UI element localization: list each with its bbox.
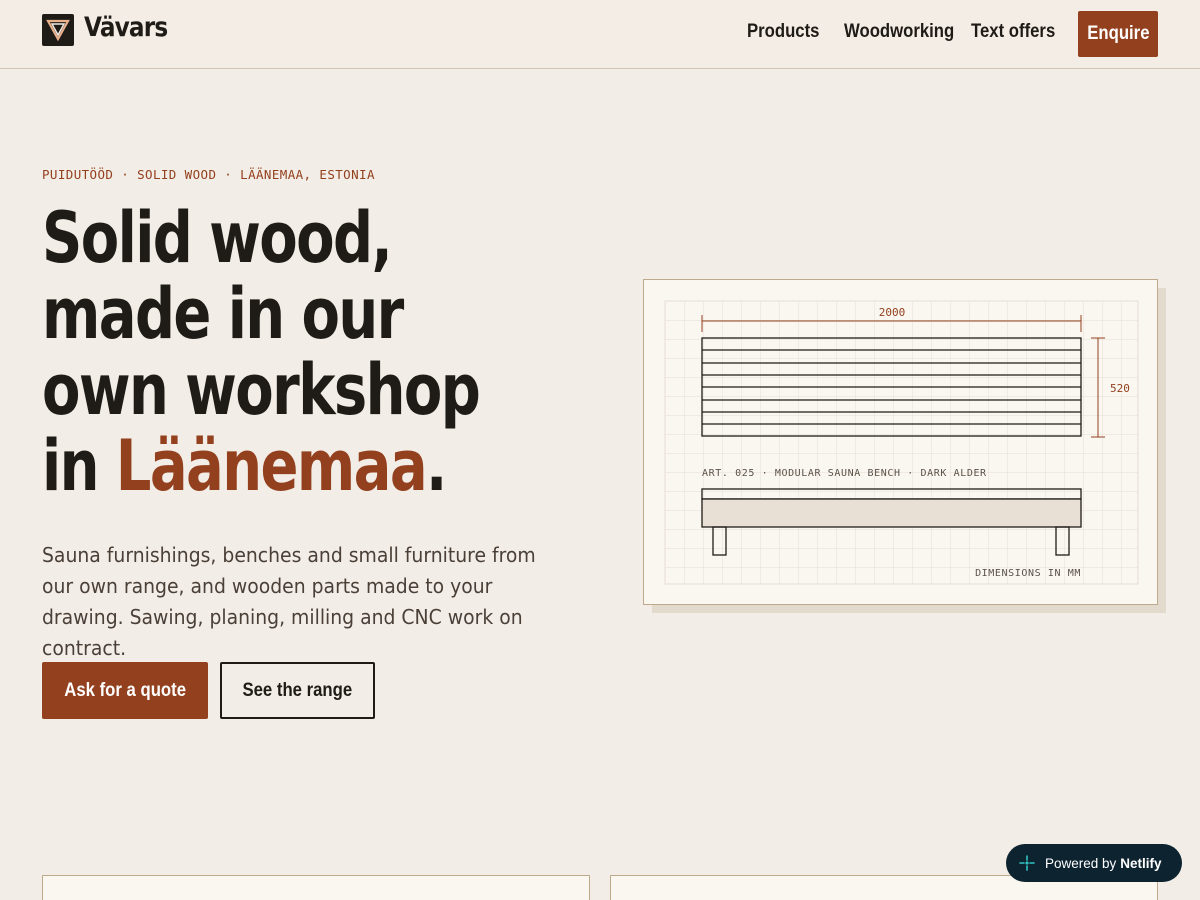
height-dimension-label: 520 [1110, 382, 1130, 395]
hero-lede: Sauna furnishings, benches and small fur… [42, 543, 536, 660]
drawing-caption: ART. 025 · MODULAR SAUNA BENCH · DARK AL… [702, 468, 987, 479]
site-header: Vävars Products Woodworking Text offers … [0, 0, 1200, 69]
hero-eyebrow: PUIDUTÖÖD · SOLID WOOD · LÄÄNEMAA, ESTON… [42, 167, 375, 182]
technical-drawing: 2000 520 ART. 025 · MODULAR SAUNA BENCH … [643, 279, 1158, 605]
triangle-logo-icon[interactable] [42, 14, 74, 46]
see-range-label: See the range [242, 679, 353, 701]
headline-line-4: in Läänemaa. [42, 428, 479, 504]
headline-line-2: made in our [42, 273, 404, 355]
netlify-badge[interactable]: Powered by Netlify [1006, 844, 1182, 882]
headline-prefix: in [42, 425, 116, 507]
drawing-grid [664, 300, 1139, 585]
enquire-button-label: Enquire [1086, 23, 1150, 44]
nav-text-offers[interactable]: Text offers [971, 21, 1055, 43]
feature-card-1 [42, 875, 590, 900]
headline-suffix: . [426, 425, 447, 507]
hero-headline: Solid wood, made in our own workshop in … [42, 197, 481, 504]
bench-drawing-svg: 2000 520 ART. 025 · MODULAR SAUNA BENCH … [664, 300, 1139, 585]
enquire-button[interactable]: Enquire [1078, 11, 1158, 57]
nav-products[interactable]: Products [747, 21, 819, 43]
width-dimension-label: 2000 [879, 306, 906, 319]
netlify-brand: Netlify [1120, 855, 1162, 871]
netlify-icon [1019, 855, 1035, 871]
units-note: DIMENSIONS IN MM [975, 568, 1081, 579]
netlify-prefix: Powered by [1045, 855, 1117, 871]
see-range-button[interactable]: See the range [220, 662, 375, 719]
ask-quote-label: Ask for a quote [64, 679, 186, 701]
ask-quote-button[interactable]: Ask for a quote [42, 662, 208, 719]
headline-line-1: Solid wood, [42, 197, 393, 279]
nav-woodworking[interactable]: Woodworking [844, 21, 954, 43]
brand-name[interactable]: Vävars [84, 12, 168, 43]
headline-accent: Läänemaa [115, 425, 428, 507]
headline-line-3: own workshop [42, 349, 481, 431]
